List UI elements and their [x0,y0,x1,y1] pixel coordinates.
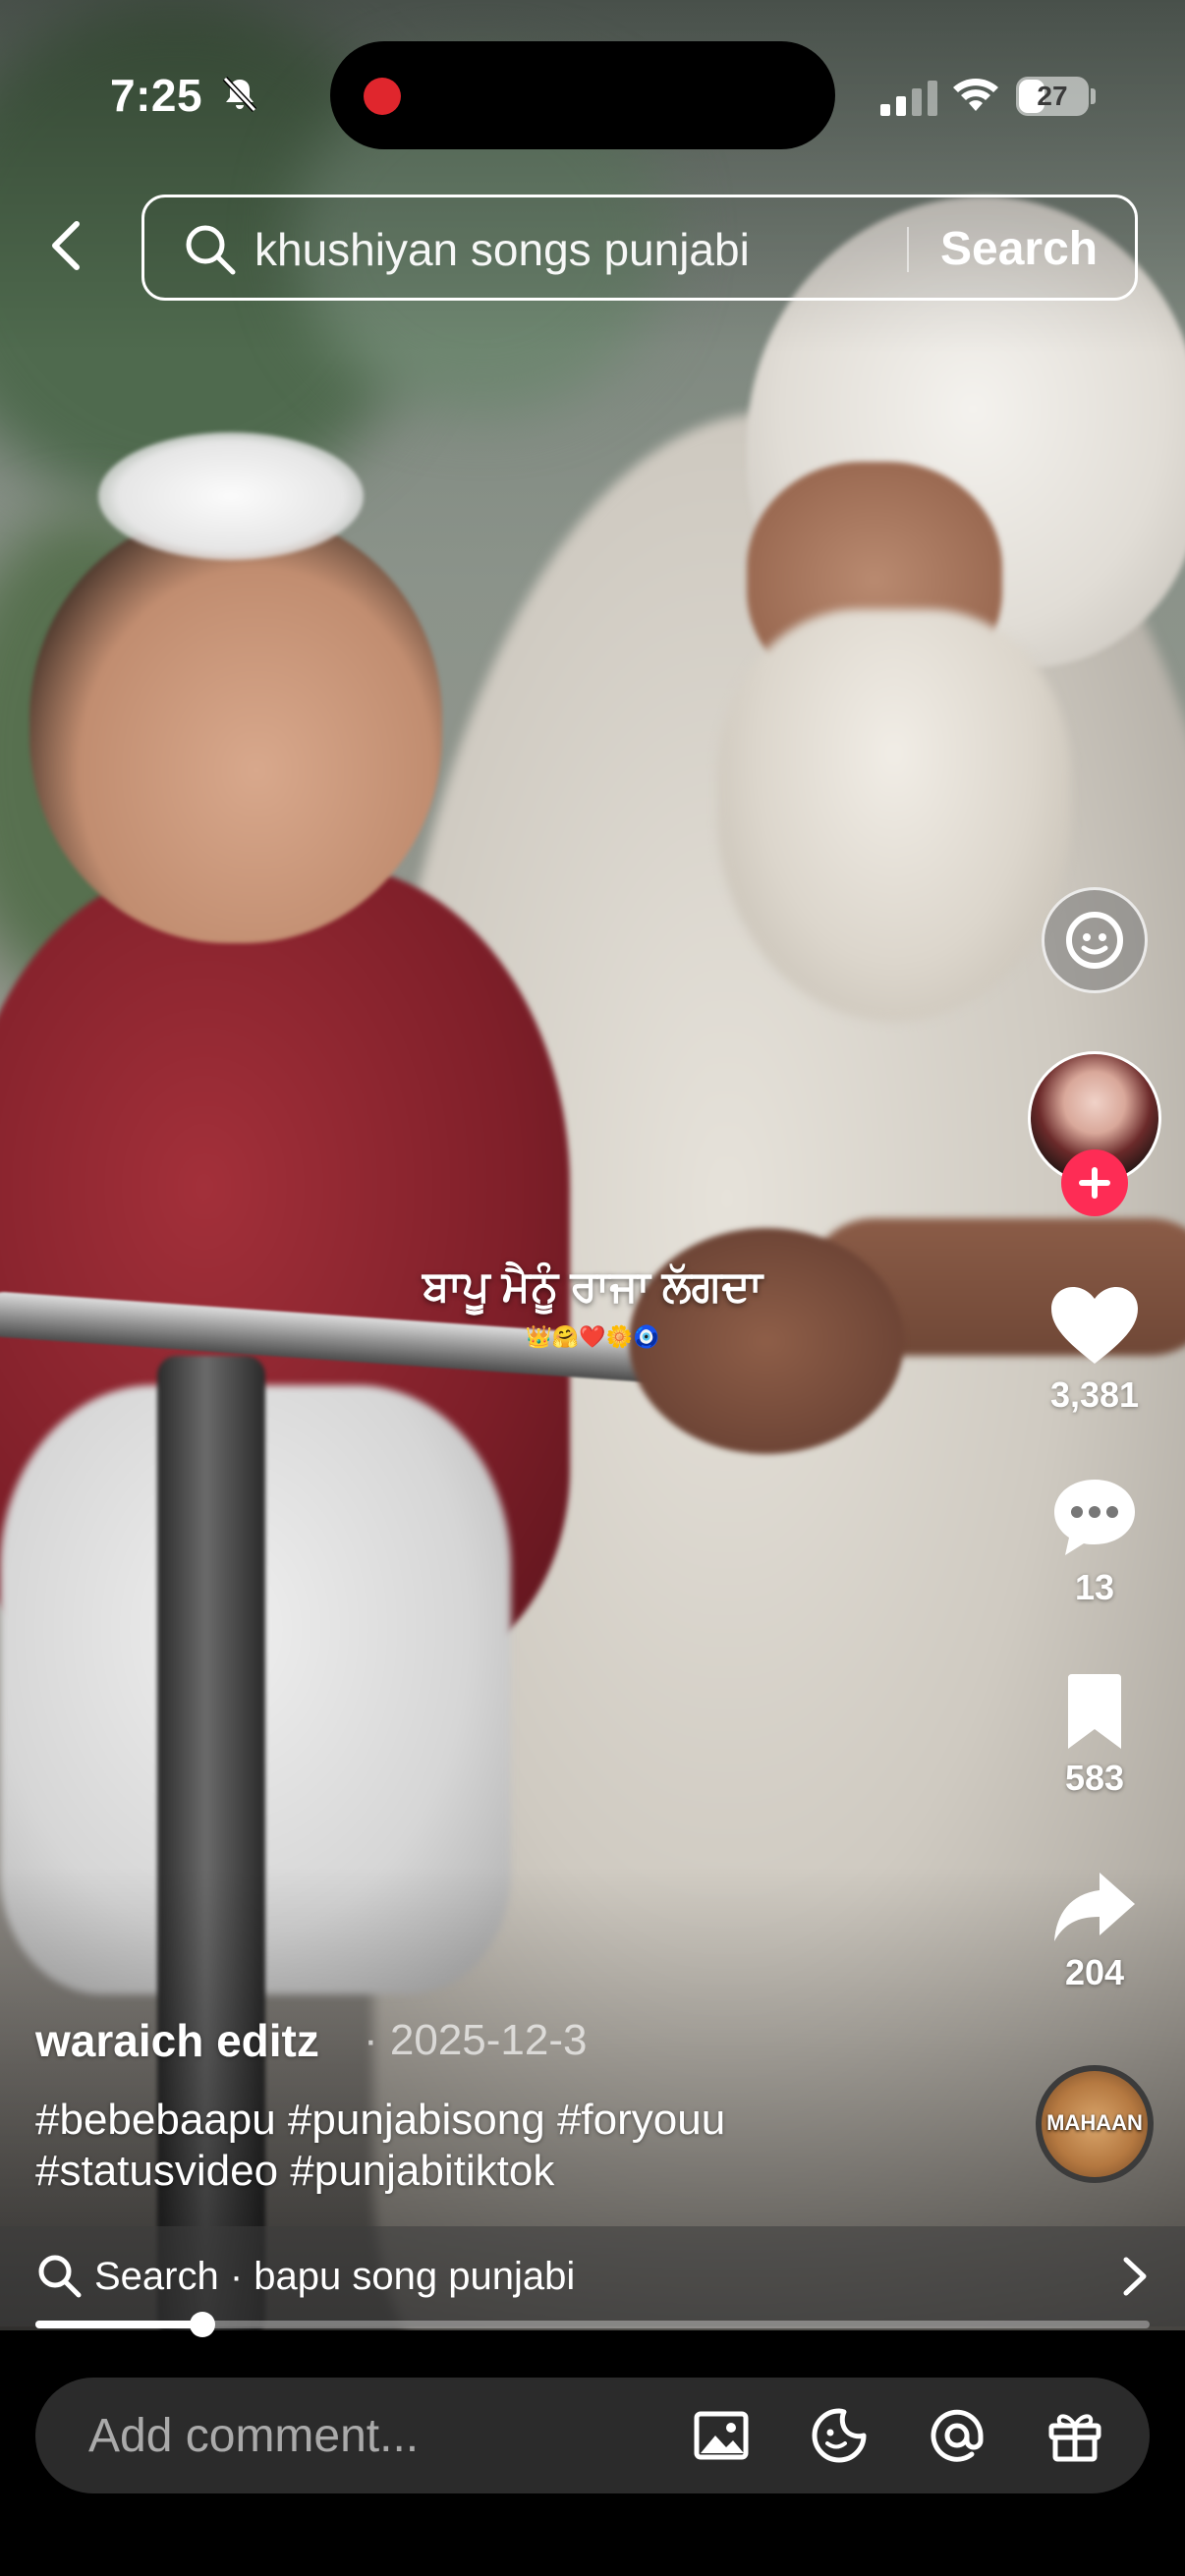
video-caption-emoji: 👑🤗❤️🌼🧿 [525,1324,660,1349]
bookmark-icon [1068,1674,1121,1749]
video-caption: ਬਾਪੂ ਮੈਨੂੰ ਰਾਜਾ ਲੱਗਦਾ [423,1262,762,1311]
video-player[interactable]: ਬਾਪੂ ਮੈਨੂੰ ਰਾਜਾ ਲੱਗਦਾ 👑🤗❤️🌼🧿 [0,0,1185,2330]
plus-icon [1079,1167,1110,1199]
video-subject-bow [98,432,364,560]
video-progress-fill [35,2321,202,2328]
mention-icon[interactable] [928,2406,987,2465]
comment-bubble-icon [1054,1480,1135,1555]
search-suggestion-bar[interactable]: Search · bapu song punjabi [0,2226,1185,2326]
music-disc-label: MAHAAN [1046,2110,1143,2135]
video-subject-beard [717,609,1071,1022]
share-arrow-icon [1054,1873,1135,1941]
search-bar[interactable]: khushiyan songs punjabi Search [141,195,1138,301]
share-count: 204 [1064,1952,1125,1992]
battery-cap [1091,88,1096,104]
sticker-icon[interactable] [810,2406,869,2465]
chevron-left-icon [52,221,80,270]
battery-icon: 27 [1016,77,1096,116]
save-count: 583 [1064,1758,1125,1798]
signal-icon [880,81,937,116]
recording-indicator [364,78,401,115]
comment-button[interactable]: 13 [1028,1476,1161,1608]
comment-count: 13 [1074,1567,1115,1607]
search-input[interactable]: khushiyan songs punjabi [254,221,750,278]
smiley-bubble-icon [1066,912,1123,969]
bell-slash-icon [222,76,257,113]
comment-bar: Add comment... [35,2378,1150,2493]
search-icon [186,225,236,275]
post-description[interactable]: #bebebaapu #punjabisong #foryouu #status… [35,2095,979,2197]
author-name[interactable]: waraich editz [35,2014,319,2067]
search-button[interactable]: Search [940,221,1098,278]
share-button[interactable]: 204 [1028,1869,1161,1993]
like-button[interactable]: 3,381 [1028,1283,1161,1416]
image-icon[interactable] [692,2406,751,2465]
ai-assistant-button[interactable] [1042,887,1148,993]
search-suggestion-text: Search · bapu song punjabi [94,2255,576,2298]
search-icon [38,2255,82,2298]
follow-button[interactable] [1061,1149,1128,1216]
chevron-right-icon [1123,2257,1147,2296]
heart-icon [1051,1287,1138,1364]
like-count: 3,381 [1049,1374,1140,1415]
save-button[interactable]: 583 [1028,1672,1161,1799]
status-time: 7:25 [110,70,203,121]
dynamic-island [330,41,835,149]
status-bar: 7:25 27 [0,0,1185,187]
gift-icon[interactable] [1045,2406,1104,2465]
comment-input[interactable]: Add comment... [88,2411,419,2462]
music-disc[interactable]: MAHAAN [1036,2065,1154,2183]
back-button[interactable] [35,206,94,285]
battery-percent: 27 [1037,81,1068,111]
search-divider [907,227,909,272]
post-date: · 2025-12-3 [364,2016,588,2064]
video-progress-handle[interactable] [190,2312,215,2337]
video-subject-girl [29,511,442,943]
wifi-icon [953,79,998,111]
video-screen: ਬਾਪੂ ਮੈਨੂੰ ਰਾਜਾ ਲੱਗਦਾ 👑🤗❤️🌼🧿 7:25 27 khu… [0,0,1185,2576]
